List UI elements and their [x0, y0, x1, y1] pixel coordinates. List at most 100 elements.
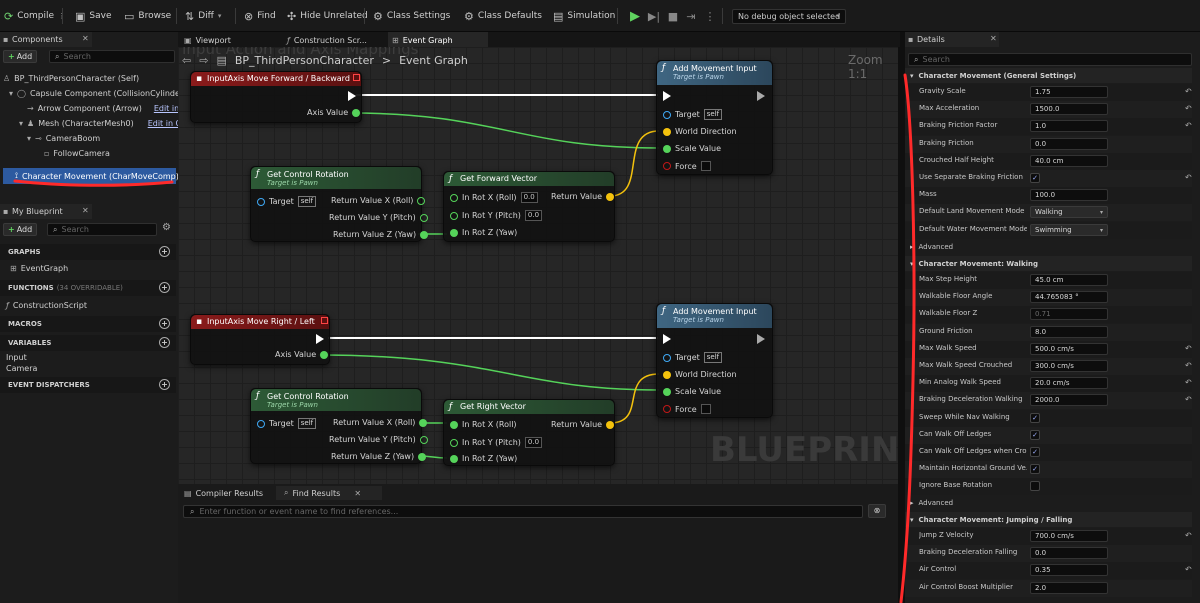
force-pin[interactable]: Force	[663, 161, 711, 171]
property-value-input[interactable]: 300.0 cm/s	[1030, 360, 1108, 372]
add-movement-input-node[interactable]: ƒ Add Movement Input Target is Pawn Targ…	[656, 60, 773, 175]
input-axis-right-node[interactable]: ▪ InputAxis Move Right / Left Axis Value	[190, 314, 330, 365]
exec-in-pin[interactable]	[663, 334, 671, 344]
get-control-rotation-node[interactable]: ƒ Get Control Rotation Target is Pawn Ta…	[250, 166, 429, 242]
property-value-input[interactable]: 40.0 cm	[1030, 154, 1108, 167]
property-value-input[interactable]: 20.0 cm/s	[1030, 377, 1108, 390]
find-in-all-blueprints-button[interactable]: ⊗	[868, 504, 886, 518]
tab-viewport[interactable]: ▣ Viewport	[184, 33, 231, 47]
component-item-character-movement[interactable]: ⟟ Character Movement (CharMoveComp)	[3, 168, 179, 184]
exec-out-pin[interactable]	[348, 91, 356, 101]
class-settings-button[interactable]: ⚙ Class Settings	[373, 0, 450, 32]
component-item-arrow[interactable]: → Arrow Component (Arrow) Edit in C++	[27, 104, 201, 113]
return-z-pin[interactable]: Return Value Z (Yaw)	[331, 452, 427, 461]
property-value-input[interactable]: 500.0 cm/s	[1030, 342, 1108, 355]
variables-section-header[interactable]: VARIABLES +	[0, 335, 176, 351]
property-value-input[interactable]: 1500.0	[1030, 103, 1108, 116]
return-z-pin[interactable]: Return Value Z (Yaw)	[333, 230, 429, 239]
close-icon[interactable]: ✕	[82, 34, 89, 43]
get-control-rotation-node[interactable]: ƒ Get Control Rotation Target is Pawn Ta…	[250, 388, 428, 464]
return-value-pin[interactable]: Return Value	[551, 192, 615, 201]
reset-to-default-icon[interactable]: ↶	[1185, 565, 1192, 574]
property-checkbox[interactable]: ✓	[1030, 173, 1040, 183]
property-checkbox[interactable]: ✓	[1030, 412, 1040, 423]
tab-compiler-results[interactable]: ▤ Compiler Results	[184, 486, 263, 500]
hide-unrelated-button[interactable]: ✣ Hide Unrelated	[287, 0, 368, 32]
property-value-input[interactable]: 100.0	[1030, 189, 1108, 202]
return-x-pin[interactable]: Return Value X (Roll)	[333, 418, 428, 427]
play-icon[interactable]: ▶	[628, 9, 642, 24]
exec-out-pin[interactable]	[757, 334, 765, 344]
add-function-icon[interactable]: +	[159, 282, 170, 293]
property-value-input[interactable]: 44.765083 °	[1030, 291, 1108, 304]
add-graph-icon[interactable]: +	[159, 246, 170, 257]
reset-to-default-icon[interactable]: ↶	[1185, 531, 1192, 540]
blueprint-graph-canvas[interactable]: Input Action and Axis Mappings ⇦ ⇨ ▤ BP_…	[178, 47, 898, 484]
add-dispatcher-icon[interactable]: +	[159, 379, 170, 390]
close-icon[interactable]: ✕	[990, 34, 997, 43]
add-component-button[interactable]: + Add	[3, 50, 38, 63]
reset-to-default-icon[interactable]: ↶	[1185, 361, 1192, 370]
my-blueprint-tab[interactable]: ▪ My Blueprint	[0, 204, 92, 219]
property-value-input[interactable]: 0.35	[1030, 564, 1108, 577]
graphs-section-header[interactable]: GRAPHS +	[0, 244, 176, 260]
graph-item-eventgraph[interactable]: ⊞ EventGraph	[10, 264, 68, 273]
gear-icon[interactable]: ⚙	[162, 222, 171, 233]
input-axis-forward-node[interactable]: ▪ InputAxis Move Forward / Backward Axis…	[190, 71, 362, 123]
component-item-cameraboom[interactable]: ▾ ⊸ CameraBoom	[27, 134, 100, 143]
reset-to-default-icon[interactable]: ↶	[1185, 87, 1192, 96]
force-checkbox[interactable]	[700, 161, 711, 171]
variable-category-input[interactable]: Input	[6, 353, 27, 362]
target-pin[interactable]: Target self	[257, 418, 317, 429]
advanced-expander[interactable]: ▸ Advanced	[905, 239, 1192, 254]
reset-to-default-icon[interactable]: ↶	[1185, 121, 1192, 130]
scale-value-pin[interactable]: Scale Value	[663, 144, 721, 153]
in-rot-y-pin[interactable]: In Rot Y (Pitch) 0.0	[450, 210, 543, 221]
section-jumping-falling[interactable]: ▾ Character Movement: Jumping / Falling	[905, 512, 1192, 527]
in-rot-x-pin[interactable]: In Rot X (Roll) 0.0	[450, 192, 538, 203]
force-pin[interactable]: Force	[663, 404, 711, 414]
return-y-pin[interactable]: Return Value Y (Pitch)	[329, 213, 428, 222]
exec-out-pin[interactable]	[757, 91, 765, 101]
simulation-button[interactable]: ▤ Simulation	[553, 0, 615, 32]
close-icon[interactable]: ✕	[354, 489, 361, 498]
property-checkbox[interactable]	[1030, 481, 1040, 492]
property-value-input[interactable]: 45.0 cm	[1030, 274, 1108, 286]
property-value-input[interactable]: 2.0	[1030, 581, 1108, 594]
world-direction-pin[interactable]: World Direction	[663, 370, 737, 379]
exec-out-pin[interactable]	[316, 334, 324, 344]
component-item-self[interactable]: ♙ BP_ThirdPersonCharacter (Self)	[3, 74, 139, 83]
add-movement-input-node[interactable]: ƒ Add Movement Input Target is Pawn Targ…	[656, 303, 773, 418]
delegate-pin-icon[interactable]	[353, 74, 360, 81]
find-references-input[interactable]: ⌕ Enter function or event name to find r…	[183, 505, 863, 518]
functions-section-header[interactable]: FUNCTIONS (34 OVERRIDABLE) +	[0, 280, 176, 296]
property-value-input[interactable]: 1.0	[1030, 120, 1108, 133]
return-value-pin[interactable]: Return Value	[551, 420, 615, 429]
find-button[interactable]: ⊗ Find	[244, 0, 276, 32]
reset-to-default-icon[interactable]: ↶	[1185, 173, 1192, 182]
property-value-input[interactable]: 8.0	[1030, 325, 1108, 338]
function-item-construction[interactable]: ƒ ConstructionScript	[6, 301, 87, 310]
in-rot-z-pin[interactable]: In Rot Z (Yaw)	[450, 454, 517, 463]
add-variable-icon[interactable]: +	[159, 337, 170, 348]
target-pin[interactable]: Target self	[663, 109, 723, 120]
tab-construction-script[interactable]: ƒ Construction Scr...	[287, 33, 367, 47]
in-rot-y-pin[interactable]: In Rot Y (Pitch) 0.0	[450, 437, 543, 448]
reset-to-default-icon[interactable]: ↶	[1185, 344, 1192, 353]
advanced-expander[interactable]: ▸ Advanced	[905, 495, 1192, 510]
add-macro-icon[interactable]: +	[159, 318, 170, 329]
property-value-input[interactable]: 0.71	[1030, 308, 1108, 321]
delegate-pin-icon[interactable]	[321, 317, 328, 324]
property-value-input[interactable]: 1.75	[1030, 86, 1108, 98]
debug-object-select[interactable]: No debug object selected ▾	[732, 9, 846, 24]
get-forward-vector-node[interactable]: ƒ Get Forward Vector In Rot X (Roll) 0.0…	[443, 171, 615, 242]
property-checkbox[interactable]: ✓	[1030, 429, 1040, 440]
property-value-input[interactable]: 0.0	[1030, 137, 1108, 150]
component-item-mesh[interactable]: ▾ ♟ Mesh (CharacterMesh0) Edit in C++	[19, 119, 195, 128]
event-dispatchers-section-header[interactable]: EVENT DISPATCHERS +	[0, 377, 176, 393]
diff-button[interactable]: ⇅ Diff ▾	[185, 0, 221, 32]
get-right-vector-node[interactable]: ƒ Get Right Vector In Rot X (Roll) In Ro…	[443, 399, 615, 466]
components-search-input[interactable]: ⌕ Search	[49, 50, 175, 63]
property-dropdown[interactable]: Walking ▾	[1030, 206, 1108, 219]
reset-to-default-icon[interactable]: ↶	[1185, 378, 1192, 387]
